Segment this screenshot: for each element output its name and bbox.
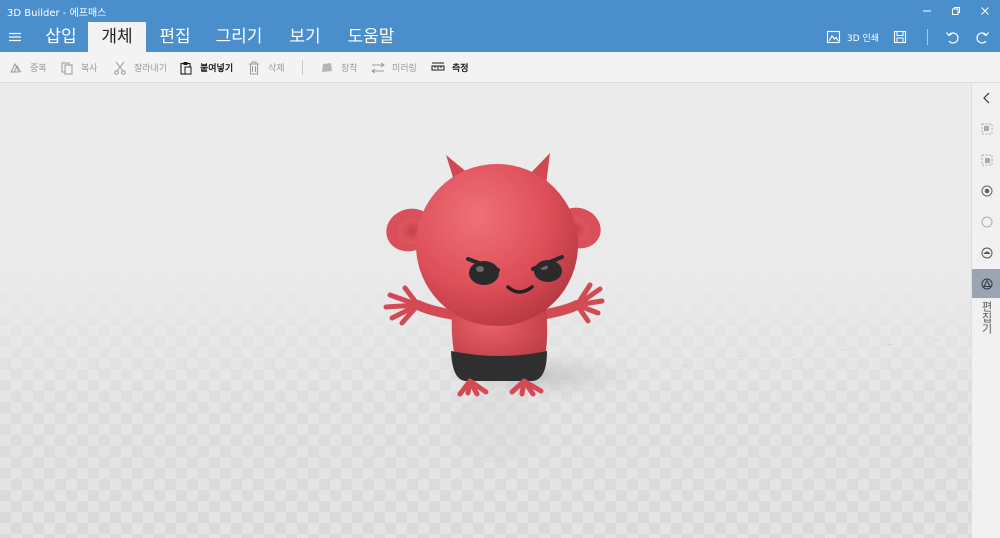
mirror-button[interactable]: 미러링 [371, 52, 417, 83]
ribbon-tab-bar: 삽입 개체 편집 그리기 보기 도움말 3D 인쇄 [0, 22, 1000, 52]
print-3d-button[interactable]: 3D 인쇄 [826, 22, 879, 52]
texture-icon [981, 247, 992, 258]
paste-label: 붙여넣기 [200, 64, 234, 74]
measure-button[interactable]: 측정 [431, 52, 469, 83]
app-window: 3D Builder - 에프매스 삽입 개체 편집 그리기 보기 도움말 3D… [0, 0, 1000, 538]
materials-icon [981, 278, 992, 289]
paste-button[interactable]: 붙여넣기 [179, 52, 233, 83]
hamburger-icon [9, 32, 21, 42]
save-icon [893, 30, 907, 44]
shape-button[interactable] [972, 207, 1000, 236]
tab-edit[interactable]: 편집 [150, 22, 200, 52]
title-bar: 3D Builder - 에프매스 [0, 0, 1000, 22]
print-3d-label: 3D 인쇄 [847, 33, 880, 44]
measure-icon [431, 62, 445, 70]
tab-insert[interactable]: 삽입 [34, 22, 88, 52]
minimize-icon [923, 10, 931, 12]
model-reflection [452, 393, 542, 463]
editor-panel-label: 편집기 [980, 301, 993, 334]
menu-button[interactable] [0, 22, 30, 52]
measure-label: 측정 [452, 64, 469, 74]
minimize-button[interactable] [912, 0, 942, 22]
window-title: 3D Builder - 에프매스 [7, 8, 107, 19]
tab-draw[interactable]: 그리기 [206, 22, 272, 52]
redo-icon [976, 32, 989, 44]
settle-button[interactable]: 장착 [320, 52, 358, 83]
3d-viewport[interactable]: — — — — — — — — [0, 83, 971, 538]
color-button[interactable] [972, 176, 1000, 205]
undo-button[interactable] [945, 22, 959, 52]
settle-icon [322, 62, 332, 72]
paste-icon [180, 61, 192, 75]
color-icon [981, 185, 992, 196]
texture-button[interactable] [972, 238, 1000, 267]
save-button[interactable] [893, 22, 907, 52]
trash-icon [249, 61, 259, 74]
close-button[interactable] [970, 0, 1000, 22]
model-head [416, 164, 578, 326]
select-object-icon [981, 123, 992, 134]
duplicate-label: 중복 [30, 64, 47, 74]
delete-button[interactable]: 삭제 [247, 52, 285, 83]
close-icon [981, 7, 989, 15]
select-face-button[interactable] [972, 145, 1000, 174]
mirror-label: 미러링 [392, 64, 417, 74]
copy-icon [61, 62, 73, 74]
tab-help[interactable]: 도움말 [340, 22, 402, 52]
collapse-icon [982, 92, 989, 103]
select-face-icon [981, 154, 992, 165]
restore-button[interactable] [941, 0, 971, 22]
duplicate-button[interactable]: 중복 [9, 52, 47, 83]
cut-label: 잘라내기 [134, 64, 168, 74]
circle-icon [981, 216, 992, 227]
materials-button[interactable] [972, 269, 1000, 298]
header-separator [927, 29, 928, 45]
cut-button[interactable]: 잘라내기 [113, 52, 167, 83]
undo-icon [946, 32, 959, 44]
tab-object[interactable]: 개체 [88, 22, 146, 52]
object-toolbar: 중복 복사 잘라내기 붙여넣기 삭제 장착 미러링 측정 [0, 52, 1000, 83]
select-object-button[interactable] [972, 114, 1000, 143]
redo-button[interactable] [976, 22, 990, 52]
scissors-icon [114, 61, 126, 75]
left-hand [383, 285, 421, 326]
delete-label: 삭제 [268, 64, 285, 74]
right-hand [574, 282, 605, 324]
print-3d-icon [826, 30, 841, 44]
collapse-panel-button[interactable] [972, 83, 1000, 112]
devil-model[interactable] [0, 83, 971, 538]
right-panel: 편집기 [971, 83, 1000, 538]
restore-icon [952, 7, 960, 15]
tab-view[interactable]: 보기 [280, 22, 330, 52]
copy-button[interactable]: 복사 [60, 52, 98, 83]
copy-label: 복사 [81, 64, 98, 74]
settle-label: 장착 [341, 64, 358, 74]
mirror-icon [371, 62, 385, 73]
toolbar-separator [302, 60, 303, 75]
duplicate-icon [10, 62, 22, 72]
